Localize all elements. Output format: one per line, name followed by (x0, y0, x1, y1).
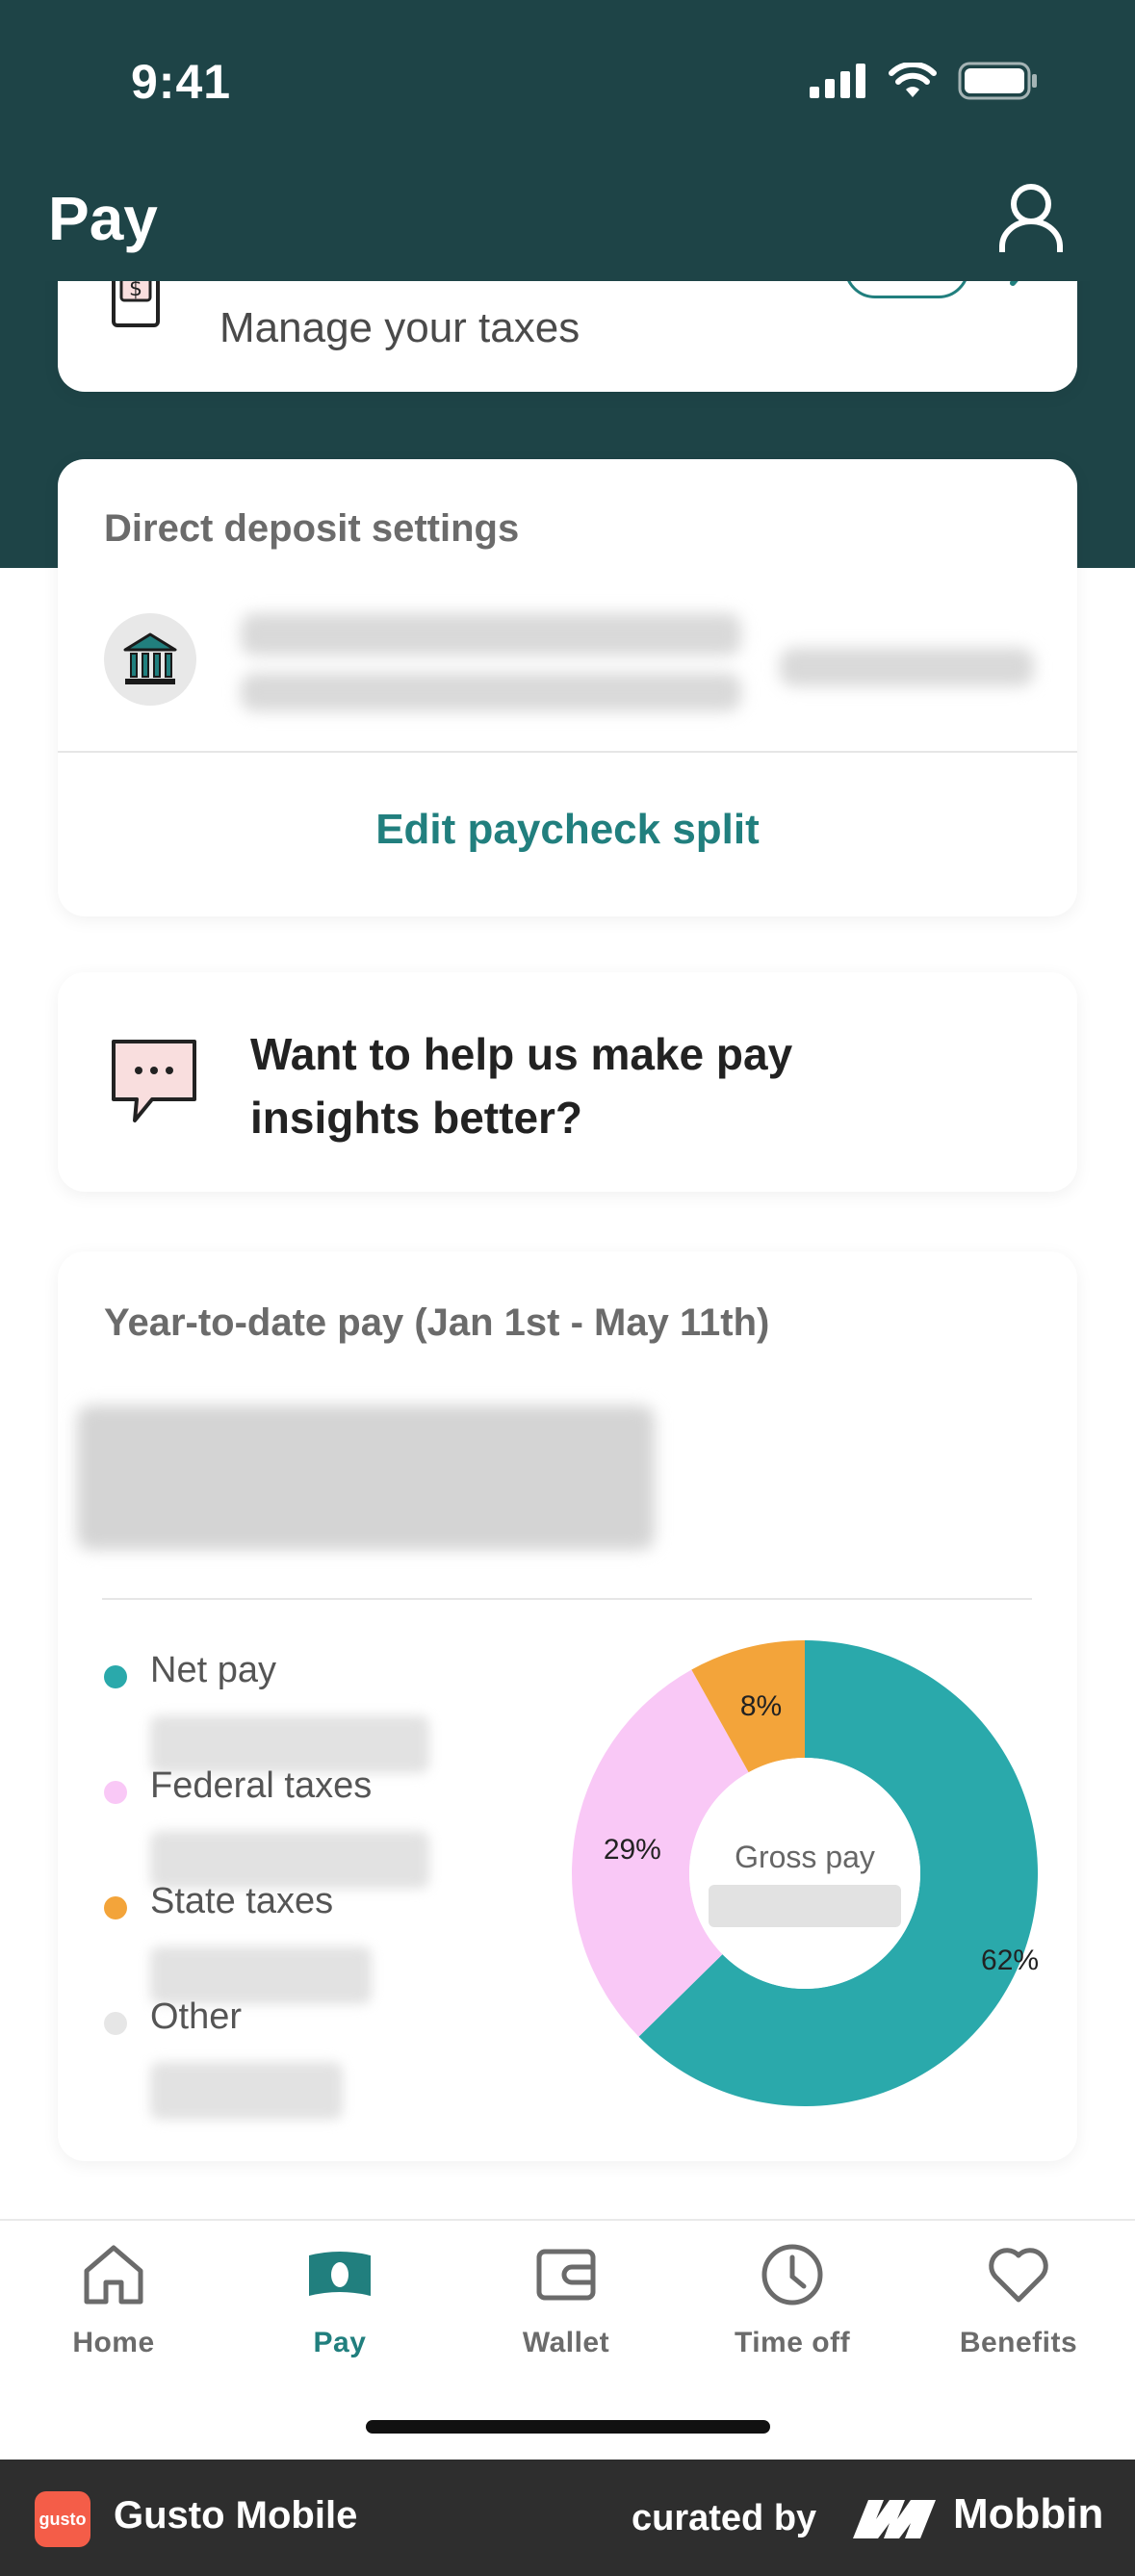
gross-pay-amount-redacted (709, 1885, 901, 1927)
federal-taxes-amount-redacted (150, 1831, 429, 1889)
legend-dot (104, 1896, 127, 1919)
direct-deposit-card: Direct deposit settings Edit paycheck sp… (58, 459, 1077, 916)
wallet-icon (536, 2249, 596, 2301)
tab-time-off[interactable]: Time off (696, 2240, 889, 2359)
bank-icon (104, 613, 196, 706)
heart-icon (989, 2248, 1048, 2303)
gross-pay-donut-chart: Gross pay 62% 29% 8% (572, 1640, 1039, 2106)
tab-label: Pay (313, 2327, 367, 2358)
legend-dot (104, 1665, 127, 1688)
tax-document-icon: $ (112, 281, 160, 327)
page-title: Pay (48, 184, 158, 253)
footer-app-name: Gusto Mobile (114, 2494, 358, 2537)
gusto-logo: gusto (35, 2491, 90, 2547)
battery-icon (958, 62, 1037, 100)
legend-dot (104, 2012, 127, 2035)
chat-bubble-icon (112, 1040, 196, 1122)
home-indicator (366, 2420, 770, 2434)
tab-pay[interactable]: Pay (244, 2240, 436, 2359)
legend-label: Net pay (150, 1650, 276, 1690)
ytd-pay-title: Year-to-date pay (Jan 1st - May 11th) (104, 1301, 770, 1344)
signal-icon (810, 64, 865, 98)
tab-label: Wallet (522, 2327, 610, 2358)
scroll-content[interactable]: $ Manage your taxes New Direct deposit s… (0, 281, 1135, 2219)
user-icon (999, 184, 1063, 252)
footer-brand: Mobbin (953, 2490, 1104, 2537)
pay-insights-feedback-card[interactable]: Want to help us make pay insights better… (58, 972, 1077, 1192)
account-name-redacted (241, 613, 741, 656)
footer-curated-by: curated by (632, 2498, 817, 2538)
mobbin-logo-icon (853, 2500, 936, 2538)
tab-wallet[interactable]: Wallet (470, 2240, 662, 2359)
tab-label: Benefits (959, 2327, 1078, 2358)
profile-button[interactable] (994, 179, 1068, 256)
status-time: 9:41 (131, 55, 232, 109)
manage-taxes-card[interactable]: $ Manage your taxes New (58, 281, 1077, 392)
net-pay-amount-redacted (150, 1715, 429, 1773)
footer-banner: gusto Gusto Mobile curated by Mobbin (0, 2460, 1135, 2576)
ytd-pay-card: Year-to-date pay (Jan 1st - May 11th) Ne… (58, 1251, 1077, 2161)
account-number-redacted (241, 673, 741, 711)
state-taxes-amount-redacted (150, 1946, 372, 2004)
legend-label: Other (150, 1996, 243, 2037)
account-amount-redacted (780, 648, 1034, 686)
tab-label: Home (72, 2327, 155, 2358)
manage-taxes-label: Manage your taxes (219, 304, 580, 351)
status-bar: 9:41 (0, 0, 1135, 168)
legend-label: Federal taxes (150, 1765, 373, 1806)
svg-text:$: $ (129, 281, 142, 301)
pay-icon (309, 2252, 371, 2296)
donut-label: 29% (604, 1834, 661, 1866)
divider (58, 751, 1077, 753)
wifi-icon (889, 63, 937, 97)
tab-label: Time off (734, 2327, 851, 2358)
clock-icon (761, 2244, 823, 2306)
status-icons (810, 62, 1039, 100)
new-badge: New (844, 281, 969, 298)
legend-label: State taxes (150, 1881, 334, 1921)
ytd-amount-redacted (77, 1405, 655, 1550)
direct-deposit-title: Direct deposit settings (104, 507, 520, 550)
divider (102, 1598, 1032, 1600)
tab-home[interactable]: Home (17, 2240, 210, 2359)
chevron-right-icon (1010, 281, 1019, 286)
home-icon (84, 2245, 143, 2305)
pay-insights-prompt: Want to help us make pay insights better… (250, 1029, 793, 1143)
donut-label: 62% (981, 1945, 1039, 1976)
tab-benefits[interactable]: Benefits (922, 2240, 1115, 2359)
other-amount-redacted (150, 2062, 343, 2120)
donut-label: 8% (740, 1690, 782, 1722)
donut-center-label: Gross pay (735, 1840, 875, 1874)
edit-paycheck-split-button[interactable]: Edit paycheck split (58, 806, 1077, 854)
legend-dot (104, 1781, 127, 1804)
